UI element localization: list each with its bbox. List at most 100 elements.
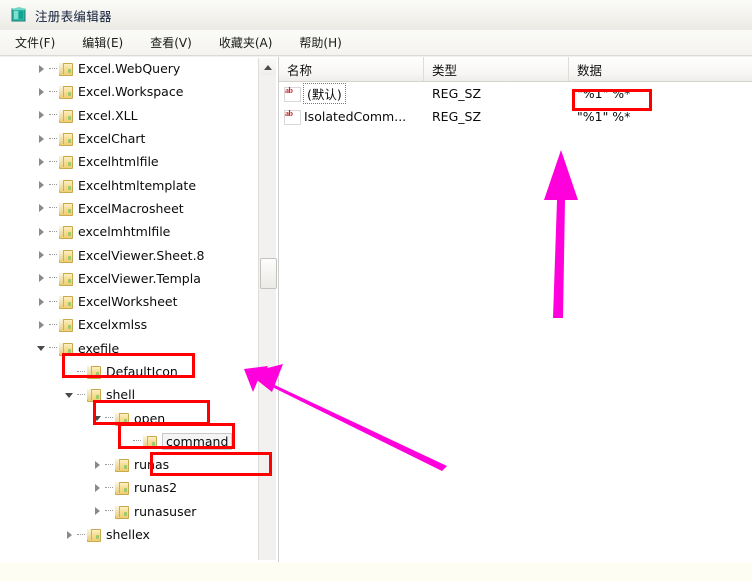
tree-item-runasuser[interactable]: runasuser xyxy=(0,500,258,523)
folder-icon xyxy=(86,388,101,403)
tree-item-label: Excelxmlss xyxy=(78,317,148,333)
chevron-right-icon[interactable] xyxy=(36,133,48,145)
folder-icon xyxy=(58,85,73,100)
tree-item-excel-workspace[interactable]: Excel.Workspace xyxy=(0,80,258,103)
tree-connector xyxy=(49,230,57,233)
tree-connector xyxy=(49,114,57,116)
folder-icon xyxy=(58,179,73,193)
tree-connector xyxy=(49,160,57,163)
value-data-cell: "%1" %* xyxy=(577,86,631,101)
chevron-right-icon[interactable] xyxy=(36,86,48,98)
tree-item-exefile[interactable]: exefile xyxy=(0,337,258,360)
chevron-down-icon[interactable] xyxy=(92,412,104,424)
value-data-cell: "%1" %* xyxy=(577,109,631,124)
registry-editor-icon xyxy=(10,6,28,24)
folder-icon xyxy=(58,225,73,240)
chevron-right-icon[interactable] xyxy=(36,272,48,284)
tree-item-shellex[interactable]: shellex xyxy=(0,523,258,546)
chevron-right-icon[interactable] xyxy=(36,319,48,331)
folder-icon xyxy=(114,412,129,426)
tree-item-excelchart[interactable]: ExcelChart xyxy=(0,127,258,150)
tree-connector xyxy=(49,184,57,186)
folder-icon xyxy=(58,249,73,263)
menu-edit[interactable]: 编辑(E) xyxy=(81,32,124,53)
chevron-right-icon[interactable] xyxy=(36,179,48,191)
menu-help[interactable]: 帮助(H) xyxy=(298,32,342,53)
tree-item-shell[interactable]: shell xyxy=(0,383,258,406)
tree-item-label: shellex xyxy=(106,527,150,543)
tree-vertical-scrollbar[interactable] xyxy=(258,58,277,560)
value-type-cell: REG_SZ xyxy=(432,109,482,124)
tree-item-excelhtmlfile[interactable]: Excelhtmlfile xyxy=(0,150,258,173)
tree-item-label: Excel.XLL xyxy=(78,107,138,123)
tree-item-label: Excelhtmltemplate xyxy=(78,177,197,193)
chevron-right-icon[interactable] xyxy=(64,529,76,541)
chevron-down-icon[interactable] xyxy=(64,389,76,401)
values-list[interactable]: ab (默认) REG_SZ "%1" %* ab IsolatedComm... REG_… xyxy=(279,82,752,128)
chevron-right-icon[interactable] xyxy=(36,63,48,75)
scrollbar-thumb[interactable] xyxy=(260,258,277,289)
tree-connector xyxy=(105,463,113,466)
folder-icon xyxy=(58,109,73,123)
tree-item-label: Excel.Workspace xyxy=(78,84,184,100)
column-type[interactable]: 类型 xyxy=(424,57,569,81)
registry-tree-pane[interactable]: Excel.WebQuery Excel.Workspace Excel.XLL Ex… xyxy=(0,57,279,562)
column-data[interactable]: 数据 xyxy=(569,57,752,81)
tree-connector xyxy=(105,486,113,489)
tree-item-excel-xll[interactable]: Excel.XLL xyxy=(0,104,258,127)
tree-item-excelworksheet[interactable]: ExcelWorksheet xyxy=(0,290,258,313)
tree-item-label: exefile xyxy=(78,340,120,356)
tree-item-excelhtmltemplate[interactable]: Excelhtmltemplate xyxy=(0,173,258,196)
chevron-right-icon[interactable] xyxy=(36,202,48,214)
string-value-icon: ab xyxy=(284,109,301,125)
menu-view[interactable]: 查看(V) xyxy=(149,32,193,53)
column-name[interactable]: 名称 xyxy=(279,57,424,81)
chevron-right-icon[interactable] xyxy=(36,249,48,261)
registry-tree[interactable]: Excel.WebQuery Excel.Workspace Excel.XLL Ex… xyxy=(0,57,258,546)
menu-file[interactable]: 文件(F) xyxy=(14,32,56,53)
chevron-right-icon[interactable] xyxy=(92,482,104,494)
tree-connector xyxy=(49,277,57,279)
tree-item-runas2[interactable]: runas2 xyxy=(0,476,258,499)
value-row[interactable]: ab IsolatedComm... REG_SZ "%1" %* xyxy=(279,105,752,128)
folder-icon xyxy=(58,62,73,77)
folder-icon xyxy=(86,365,101,379)
scroll-up-arrow-icon[interactable] xyxy=(259,58,276,75)
registry-editor-window: 注册表编辑器 文件(F) 编辑(E) 查看(V) 收藏夹(A) 帮助(H) Ex… xyxy=(0,0,752,582)
window-title: 注册表编辑器 xyxy=(35,8,112,24)
chevron-down-icon[interactable] xyxy=(36,342,48,354)
tree-item-label: Excel.WebQuery xyxy=(78,61,181,77)
values-column-header: 名称 类型 数据 xyxy=(279,57,752,82)
chevron-right-icon[interactable] xyxy=(36,296,48,308)
tree-item-defaulticon[interactable]: DefaultIcon xyxy=(0,360,258,383)
tree-connector xyxy=(49,207,57,209)
folder-icon xyxy=(58,342,73,356)
tree-connector xyxy=(77,370,85,373)
tree-item-excelxmlss[interactable]: Excelxmlss xyxy=(0,313,258,336)
tree-item-command[interactable]: command xyxy=(0,430,258,453)
tree-item-excel-webquery[interactable]: Excel.WebQuery xyxy=(0,57,258,80)
tree-connector xyxy=(49,254,57,256)
chevron-right-icon[interactable] xyxy=(92,505,104,517)
folder-icon xyxy=(58,318,73,333)
tree-item-excelmhtmlfile[interactable]: excelmhtmlfile xyxy=(0,220,258,243)
registry-values-pane[interactable]: 名称 类型 数据 ab (默认) REG_SZ "%1" %* ab IsolatedCo… xyxy=(279,57,752,562)
title-bar: 注册表编辑器 xyxy=(0,0,752,30)
value-name-cell[interactable]: ab IsolatedComm... xyxy=(279,109,424,125)
chevron-right-icon[interactable] xyxy=(92,459,104,471)
tree-connector xyxy=(105,417,113,419)
chevron-right-icon[interactable] xyxy=(36,226,48,238)
value-row[interactable]: ab (默认) REG_SZ "%1" %* xyxy=(279,82,752,105)
tree-item-label: runas xyxy=(134,457,170,473)
tree-item-excelviewer-sheet-8[interactable]: ExcelViewer.Sheet.8 xyxy=(0,243,258,266)
value-name-cell[interactable]: ab (默认) xyxy=(279,83,424,104)
tree-item-runas[interactable]: runas xyxy=(0,453,258,476)
menu-favorites[interactable]: 收藏夹(A) xyxy=(218,32,274,53)
chevron-right-icon[interactable] xyxy=(36,109,48,121)
tree-item-open[interactable]: open xyxy=(0,406,258,429)
tree-item-excelmacrosheet[interactable]: ExcelMacrosheet xyxy=(0,197,258,220)
chevron-right-icon[interactable] xyxy=(36,156,48,168)
tree-item-excelviewer-templa[interactable]: ExcelViewer.Templa xyxy=(0,267,258,290)
